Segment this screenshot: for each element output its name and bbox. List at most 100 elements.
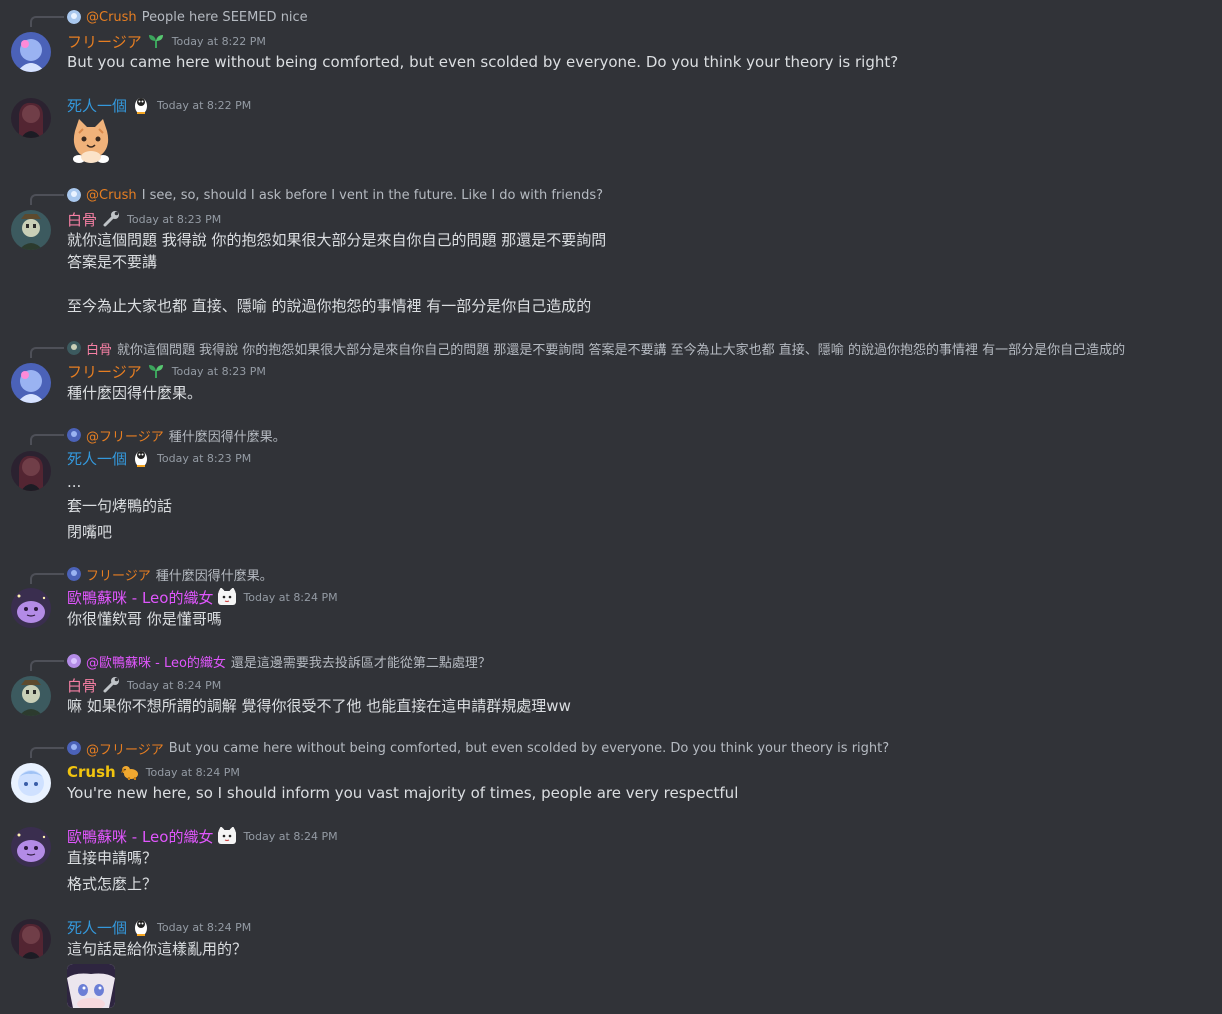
timestamp[interactable]: Today at 8:23 PM [157, 452, 251, 465]
avatar[interactable] [11, 210, 51, 250]
username[interactable]: 歐鴨蘇咪 - Leo的織女 [67, 826, 213, 847]
message-header: Crush Today at 8:24 PM [67, 762, 240, 782]
timestamp[interactable]: Today at 8:24 PM [146, 766, 240, 779]
timestamp[interactable]: Today at 8:22 PM [172, 35, 266, 48]
timestamp[interactable]: Today at 8:24 PM [127, 679, 221, 692]
message-header: 歐鴨蘇咪 - Leo的織女 Today at 8:24 PM [67, 587, 338, 607]
avatar[interactable] [11, 363, 51, 403]
message-text: 至今為止大家也都 直接、隱喻 的說過你抱怨的事情裡 有一部分是你自己造成的 [67, 297, 592, 315]
avatar[interactable] [11, 451, 51, 491]
wrench-icon [101, 210, 121, 228]
reply-spine [30, 573, 64, 584]
message-header: 歐鴨蘇咪 - Leo的織女 Today at 8:24 PM [67, 826, 338, 846]
timestamp[interactable]: Today at 8:24 PM [243, 830, 337, 843]
message-text: 格式怎麼上？ [67, 875, 158, 893]
reply-text[interactable]: People here SEEMED nice [142, 10, 308, 25]
reply-spine [30, 194, 64, 205]
reply-author[interactable]: @フリージア [86, 426, 164, 445]
reply-text[interactable]: 種什麼因得什麼果。 [156, 565, 273, 584]
message-text: 答案是不要講 [67, 253, 158, 271]
reply-preview[interactable]: フリージア 種什麼因得什麼果。 [67, 565, 273, 584]
reply-avatar [67, 341, 81, 355]
cat-face-icon [217, 827, 237, 845]
username[interactable]: フリージア [67, 361, 142, 382]
username[interactable]: 歐鴨蘇咪 - Leo的織女 [67, 587, 213, 608]
reply-author[interactable]: @フリージア [86, 739, 164, 758]
cat-face-icon [217, 588, 237, 606]
timestamp[interactable]: Today at 8:23 PM [127, 213, 221, 226]
penguin-icon [131, 449, 151, 467]
username[interactable]: Crush [67, 763, 116, 781]
message-text: 你很懂欸哥 你是懂哥嗎 [67, 610, 222, 628]
message-header: 死人一個 Today at 8:24 PM [67, 917, 251, 937]
message-text: 就你這個問題 我得說 你的抱怨如果很大部分是來自你自己的問題 那還是不要詢問 [67, 231, 607, 249]
username[interactable]: 白骨 [67, 675, 97, 696]
avatar[interactable] [11, 763, 51, 803]
message-text: 直接申請嗎？ [67, 849, 158, 867]
reply-spine [30, 347, 64, 358]
reply-text[interactable]: 就你這個問題 我得說 你的抱怨如果很大部分是來自你自己的問題 那還是不要詢問 答… [117, 339, 1125, 358]
reply-avatar [67, 654, 81, 668]
message-text: ... [67, 473, 82, 491]
message-text: 這句話是給你這樣亂用的？ [67, 940, 248, 958]
username[interactable]: 死人一個 [67, 95, 127, 116]
timestamp[interactable]: Today at 8:24 PM [243, 591, 337, 604]
reply-text[interactable]: I see, so, should I ask before I vent in… [142, 188, 603, 203]
reply-spine [30, 434, 64, 445]
reply-author[interactable]: フリージア [86, 565, 151, 584]
avatar[interactable] [11, 676, 51, 716]
reply-text[interactable]: 還是這邊需要我去投訴區才能從第二點處理？ [231, 652, 491, 671]
reply-spine [30, 660, 64, 671]
avatar[interactable] [11, 588, 51, 628]
username[interactable]: 死人一個 [67, 448, 127, 469]
reply-spine [30, 16, 64, 27]
reply-text[interactable]: But you came here without being comforte… [169, 741, 889, 756]
username[interactable]: 白骨 [67, 209, 97, 230]
username[interactable]: 死人一個 [67, 917, 127, 938]
reply-spine [30, 747, 64, 758]
message-header: 白骨 Today at 8:23 PM [67, 209, 221, 229]
username[interactable]: フリージア [67, 31, 142, 52]
reply-preview[interactable]: @フリージア But you came here without being c… [67, 739, 889, 758]
message-text: 閉嘴吧 [67, 523, 113, 541]
message-header: フリージア Today at 8:23 PM [67, 361, 266, 381]
sprout-icon [146, 32, 166, 50]
sprout-icon [146, 362, 166, 380]
message-header: フリージア Today at 8:22 PM [67, 31, 266, 51]
reply-preview[interactable]: @歐鴨蘇咪 - Leo的織女 還是這邊需要我去投訴區才能從第二點處理？ [67, 652, 491, 671]
reply-avatar [67, 10, 81, 24]
reply-avatar [67, 567, 81, 581]
reply-author[interactable]: 白骨 [86, 339, 112, 358]
penguin-icon [131, 96, 151, 114]
message-header: 白骨 Today at 8:24 PM [67, 675, 221, 695]
reply-preview[interactable]: 白骨 就你這個問題 我得說 你的抱怨如果很大部分是來自你自己的問題 那還是不要詢… [67, 339, 1125, 358]
reply-preview[interactable]: @フリージア 種什麼因得什麼果。 [67, 426, 286, 445]
cat-sticker[interactable] [67, 117, 115, 165]
reply-author[interactable]: @Crush [86, 10, 137, 25]
message-header: 死人一個 Today at 8:23 PM [67, 448, 251, 468]
message-text: 套一句烤鴨的話 [67, 497, 173, 515]
timestamp[interactable]: Today at 8:23 PM [172, 365, 266, 378]
reply-text[interactable]: 種什麼因得什麼果。 [169, 426, 286, 445]
reply-preview[interactable]: @Crush People here SEEMED nice [67, 8, 308, 26]
dog-icon [120, 763, 140, 781]
reply-author[interactable]: @Crush [86, 188, 137, 203]
avatar[interactable] [11, 919, 51, 959]
avatar[interactable] [11, 827, 51, 867]
timestamp[interactable]: Today at 8:24 PM [157, 921, 251, 934]
avatar[interactable] [11, 98, 51, 138]
reply-avatar [67, 428, 81, 442]
wrench-icon [101, 676, 121, 694]
reply-author[interactable]: @歐鴨蘇咪 - Leo的織女 [86, 652, 226, 671]
message-text: 種什麼因得什麼果。 [67, 384, 203, 402]
message-text: But you came here without being comforte… [67, 53, 899, 71]
penguin-icon [131, 918, 151, 936]
anime-girl-sticker[interactable] [67, 964, 115, 1008]
message-text: 嘛 如果你不想所謂的調解 覺得你很受不了他 也能直接在這申請群規處理ww [67, 697, 571, 715]
reply-avatar [67, 188, 81, 202]
timestamp[interactable]: Today at 8:22 PM [157, 99, 251, 112]
avatar[interactable] [11, 32, 51, 72]
message-text: You're new here, so I should inform you … [67, 784, 739, 802]
reply-preview[interactable]: @Crush I see, so, should I ask before I … [67, 186, 603, 204]
message-header: 死人一個 Today at 8:22 PM [67, 95, 251, 115]
